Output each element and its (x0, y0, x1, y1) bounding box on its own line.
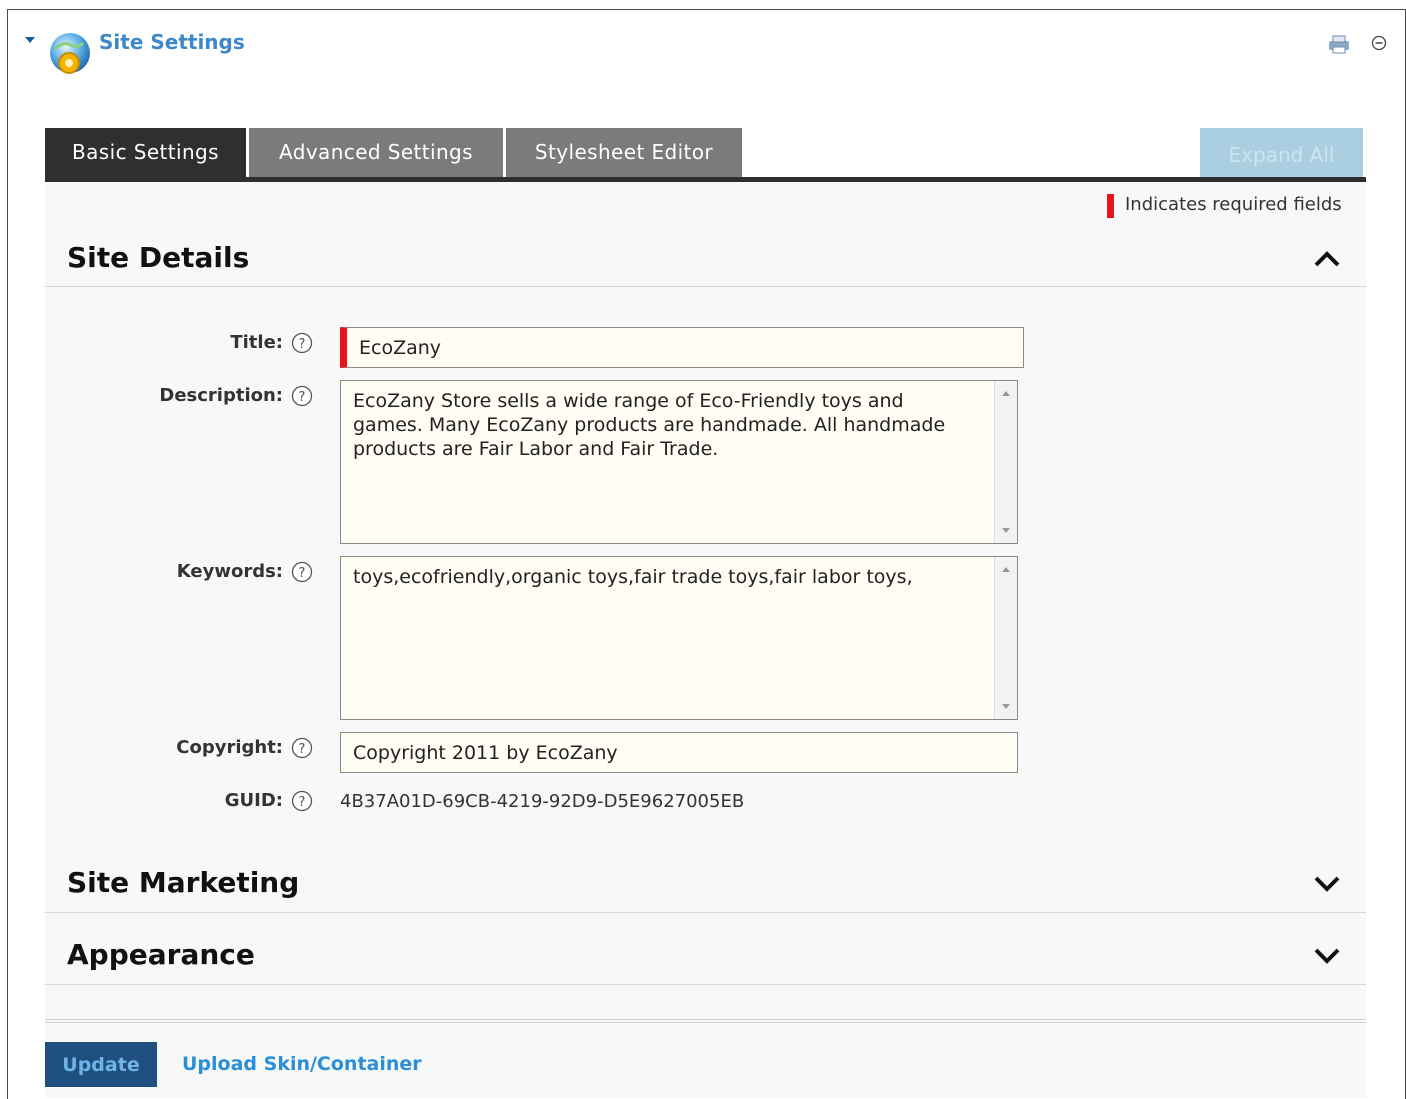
upload-skin-container-link[interactable]: Upload Skin/Container (182, 1053, 422, 1075)
module-title[interactable]: Site Settings (99, 30, 245, 54)
section-title-appearance[interactable]: Appearance (67, 938, 255, 971)
description-textarea[interactable]: EcoZany Store sells a wide range of Eco-… (340, 380, 1018, 544)
scroll-down-icon[interactable] (1002, 528, 1010, 533)
footer-divider (45, 1019, 1366, 1020)
minimize-icon[interactable] (1371, 35, 1387, 51)
copyright-field[interactable]: Copyright 2011 by EcoZany (340, 732, 1018, 773)
help-icon[interactable]: ? (291, 385, 313, 407)
svg-text:?: ? (299, 742, 306, 757)
scroll-up-icon[interactable] (1002, 567, 1010, 572)
chevron-up-icon[interactable] (1313, 249, 1341, 269)
description-scrollbar[interactable] (994, 381, 1017, 543)
chevron-down-icon[interactable] (1313, 874, 1341, 894)
guid-value: 4B37A01D-69CB-4219-92D9-D5E9627005EB (340, 791, 745, 812)
help-icon[interactable]: ? (291, 561, 313, 583)
help-icon[interactable]: ? (291, 790, 313, 812)
description-label: Description: (159, 385, 283, 406)
globe-settings-icon (50, 33, 90, 74)
required-note-text: Indicates required fields (1125, 194, 1342, 215)
help-icon[interactable]: ? (291, 332, 313, 354)
scroll-up-icon[interactable] (1002, 391, 1010, 396)
keywords-scrollbar[interactable] (994, 557, 1017, 719)
expand-all-button[interactable]: Expand All (1200, 128, 1363, 177)
collapse-arrow-icon[interactable] (25, 37, 35, 43)
help-icon[interactable]: ? (291, 737, 313, 759)
description-text: EcoZany Store sells a wide range of Eco-… (353, 390, 946, 460)
svg-text:?: ? (299, 795, 306, 810)
section-divider (45, 984, 1366, 985)
svg-text:?: ? (299, 566, 306, 581)
guid-label: GUID: (224, 790, 283, 811)
tab-underline (45, 177, 1366, 182)
section-title-site-marketing[interactable]: Site Marketing (67, 866, 299, 899)
keywords-textarea[interactable]: toys,ecofriendly,organic toys,fair trade… (340, 556, 1018, 720)
tab-basic-settings[interactable]: Basic Settings (45, 128, 246, 177)
copyright-label: Copyright: (176, 737, 283, 758)
title-field[interactable]: EcoZany (340, 327, 1024, 368)
chevron-down-icon[interactable] (1313, 946, 1341, 966)
title-label: Title: (230, 332, 283, 353)
update-button[interactable]: Update (45, 1042, 157, 1087)
tab-advanced-settings[interactable]: Advanced Settings (249, 128, 503, 177)
footer-divider (45, 1022, 1366, 1023)
scroll-down-icon[interactable] (1002, 704, 1010, 709)
section-divider (45, 286, 1366, 287)
required-indicator-bar (1107, 194, 1114, 218)
section-divider (45, 912, 1366, 913)
keywords-label: Keywords: (176, 561, 283, 582)
print-icon[interactable] (1326, 34, 1352, 54)
svg-text:?: ? (299, 337, 306, 352)
svg-text:?: ? (299, 390, 306, 405)
tab-stylesheet-editor[interactable]: Stylesheet Editor (506, 128, 742, 177)
keywords-text: toys,ecofriendly,organic toys,fair trade… (353, 566, 913, 588)
section-title-site-details[interactable]: Site Details (67, 241, 249, 274)
